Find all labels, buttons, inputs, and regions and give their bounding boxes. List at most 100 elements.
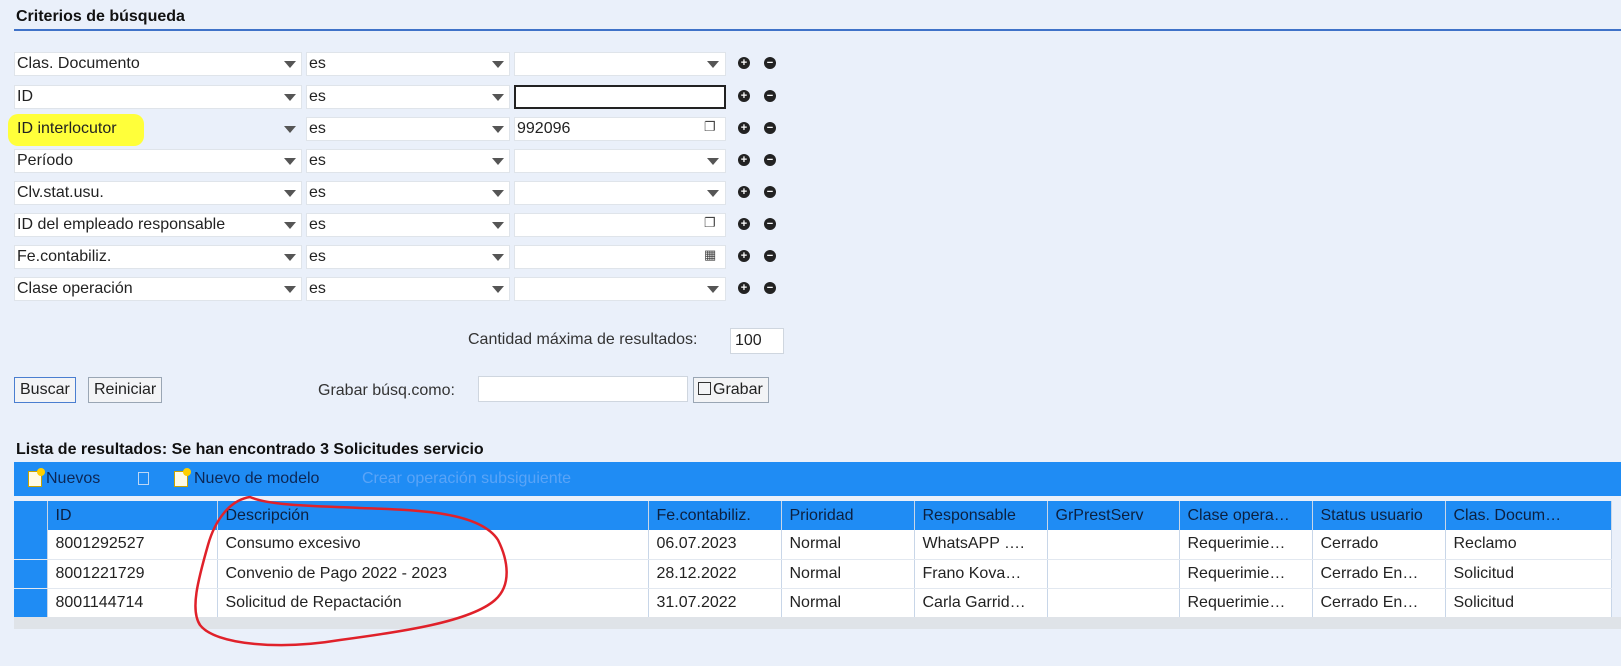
add-row-icon[interactable]: + — [738, 154, 750, 166]
add-row-icon[interactable]: + — [738, 282, 750, 294]
value-select[interactable] — [514, 52, 726, 76]
operator-select[interactable]: es — [306, 52, 510, 76]
chevron-down-icon[interactable] — [492, 254, 504, 261]
add-row-icon[interactable]: + — [738, 250, 750, 262]
value-input[interactable] — [514, 245, 726, 269]
responsible-link[interactable]: Carla Garrid… — [914, 588, 1048, 618]
add-row-icon[interactable]: + — [738, 57, 750, 69]
operator-select[interactable]: es — [306, 181, 510, 205]
id-link[interactable]: 8001144714 — [47, 588, 218, 618]
value-select[interactable] — [514, 277, 726, 301]
field-select[interactable]: Clase operación — [14, 277, 302, 301]
column-header[interactable]: Status usuario — [1312, 501, 1446, 530]
search-help-icon[interactable]: ❐ — [704, 216, 716, 229]
row-selector[interactable] — [14, 588, 48, 618]
column-header[interactable]: GrPrestServ — [1047, 501, 1180, 530]
chevron-down-icon[interactable] — [284, 126, 296, 133]
operator-label: es — [309, 248, 326, 265]
column-header[interactable]: Descripción — [217, 501, 649, 530]
operator-select[interactable]: es — [306, 245, 510, 269]
field-label: Clv.stat.usu. — [17, 184, 104, 201]
chevron-down-icon[interactable] — [284, 254, 296, 261]
select-all-cell[interactable] — [14, 501, 48, 530]
new-from-template-button[interactable]: Nuevo de modelo — [194, 470, 319, 488]
chevron-down-icon[interactable] — [707, 61, 719, 68]
chevron-down-icon[interactable] — [284, 158, 296, 165]
table-row[interactable]: 8001144714 Solicitud de Repactación 31.0… — [14, 588, 1612, 618]
chevron-down-icon[interactable] — [492, 126, 504, 133]
chevron-down-icon[interactable] — [284, 222, 296, 229]
search-help-icon[interactable]: ❐ — [704, 120, 716, 133]
value-select[interactable] — [514, 181, 726, 205]
chevron-down-icon[interactable] — [492, 94, 504, 101]
remove-row-icon[interactable]: − — [764, 250, 776, 262]
remove-row-icon[interactable]: − — [764, 282, 776, 294]
table-row[interactable]: 8001221729 Convenio de Pago 2022 - 2023 … — [14, 559, 1612, 589]
chevron-down-icon[interactable] — [707, 190, 719, 197]
add-row-icon[interactable]: + — [738, 122, 750, 134]
operator-select[interactable]: es — [306, 85, 510, 109]
value-input[interactable] — [514, 85, 726, 109]
table-row[interactable]: 8001292527 Consumo excesivo 06.07.2023 N… — [14, 530, 1612, 560]
id-link[interactable]: 8001292527 — [47, 530, 218, 560]
row-selector[interactable] — [14, 530, 48, 560]
column-header[interactable]: Clase opera… — [1179, 501, 1313, 530]
chevron-down-icon[interactable] — [707, 158, 719, 165]
chevron-down-icon[interactable] — [492, 190, 504, 197]
column-header[interactable]: Fe.contabiliz. — [648, 501, 782, 530]
value-input[interactable]: 992096 — [514, 117, 726, 141]
column-header[interactable]: ID — [47, 501, 218, 530]
table-header-row: ID Descripción Fe.contabiliz. Prioridad … — [14, 501, 1612, 530]
new-button[interactable]: Nuevos — [46, 470, 100, 488]
calendar-icon[interactable]: ▦ — [704, 248, 716, 261]
remove-row-icon[interactable]: − — [764, 57, 776, 69]
field-select[interactable]: ID del empleado responsable — [14, 213, 302, 237]
operator-select[interactable]: es — [306, 117, 510, 141]
horizontal-scrollbar[interactable] — [14, 617, 1621, 629]
date-cell: 06.07.2023 — [648, 530, 782, 560]
remove-row-icon[interactable]: − — [764, 186, 776, 198]
operator-select[interactable]: es — [306, 277, 510, 301]
chevron-down-icon[interactable] — [707, 286, 719, 293]
field-select[interactable]: Clv.stat.usu. — [14, 181, 302, 205]
field-select[interactable]: ID — [14, 85, 302, 109]
column-header[interactable]: Prioridad — [781, 501, 915, 530]
row-selector[interactable] — [14, 559, 48, 589]
field-label: Fe.contabiliz. — [17, 248, 112, 265]
add-row-icon[interactable]: + — [738, 186, 750, 198]
remove-row-icon[interactable]: − — [764, 154, 776, 166]
field-select[interactable]: Período — [14, 149, 302, 173]
max-results-input[interactable]: 100 — [730, 328, 784, 354]
add-row-icon[interactable]: + — [738, 90, 750, 102]
field-select[interactable]: ID interlocutor — [14, 117, 302, 141]
chevron-down-icon[interactable] — [284, 190, 296, 197]
operator-select[interactable]: es — [306, 149, 510, 173]
results-table: ID Descripción Fe.contabiliz. Prioridad … — [14, 501, 1612, 618]
responsible-link[interactable]: WhatsAPP …. — [914, 530, 1048, 560]
remove-row-icon[interactable]: − — [764, 218, 776, 230]
column-header[interactable]: Clas. Docum… — [1445, 501, 1612, 530]
operator-select[interactable]: es — [306, 213, 510, 237]
field-select[interactable]: Fe.contabiliz. — [14, 245, 302, 269]
chevron-down-icon[interactable] — [284, 94, 296, 101]
column-header[interactable]: Responsable — [914, 501, 1048, 530]
reset-button[interactable]: Reiniciar — [88, 377, 163, 403]
save-button[interactable]: Grabar — [693, 377, 769, 403]
chevron-down-icon[interactable] — [492, 158, 504, 165]
remove-row-icon[interactable]: − — [764, 90, 776, 102]
chevron-down-icon[interactable] — [284, 61, 296, 68]
save-search-input[interactable] — [478, 376, 688, 402]
id-link[interactable]: 8001221729 — [47, 559, 218, 589]
search-button[interactable]: Buscar — [14, 377, 76, 403]
chevron-down-icon[interactable] — [492, 61, 504, 68]
responsible-link[interactable]: Frano Kova… — [914, 559, 1048, 589]
add-row-icon[interactable]: + — [738, 218, 750, 230]
field-select[interactable]: Clas. Documento — [14, 52, 302, 76]
remove-row-icon[interactable]: − — [764, 122, 776, 134]
value-select[interactable] — [514, 149, 726, 173]
chevron-down-icon[interactable] — [492, 286, 504, 293]
value-input[interactable] — [514, 213, 726, 237]
chevron-down-icon[interactable] — [492, 222, 504, 229]
follow-up-button[interactable]: Crear operación subsiguiente — [362, 470, 571, 488]
chevron-down-icon[interactable] — [284, 286, 296, 293]
